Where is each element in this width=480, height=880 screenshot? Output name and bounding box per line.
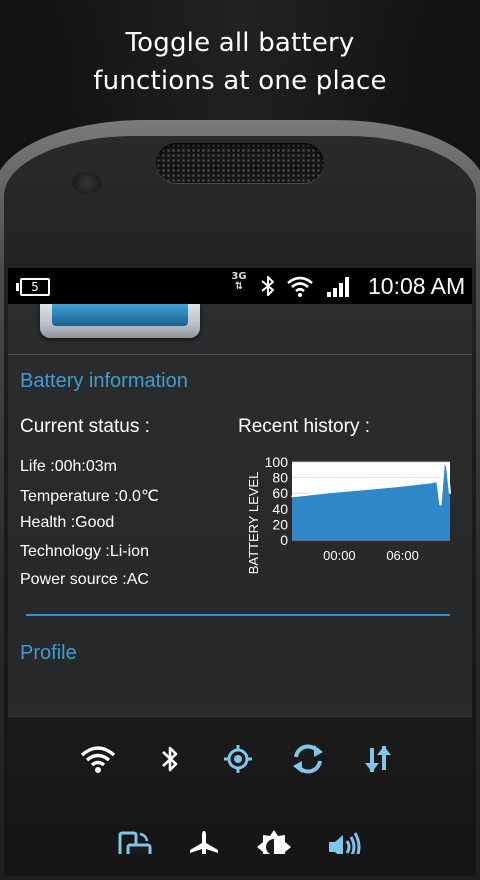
phone-camera (72, 172, 102, 194)
divider (8, 354, 472, 355)
info-technology: Technology :Li-ion (20, 543, 149, 560)
chart-y-tick-label: 60 (272, 485, 288, 501)
chart-y-tick-label: 80 (272, 470, 288, 486)
wifi-status-icon (287, 276, 313, 297)
current-status-heading: Current status : (20, 416, 150, 437)
battery-level-text: 5 (31, 280, 39, 294)
chart-data-point (360, 488, 363, 491)
chart-y-tick-label: 0 (280, 532, 288, 548)
info-life: Life :00h:03m (20, 458, 117, 475)
info-temperature: Temperature :0.0℃ (20, 488, 159, 505)
phone-speaker-grille (156, 143, 324, 183)
mobile-data-toggle-icon[interactable] (358, 739, 398, 779)
info-health: Health :Good (20, 514, 115, 531)
chart-data-point (291, 495, 293, 498)
info-power-source: Power source :AC (20, 571, 149, 588)
sound-toggle-icon[interactable] (324, 827, 364, 854)
quick-toggle-dock (8, 716, 472, 854)
auto-rotate-toggle-icon[interactable] (114, 827, 154, 854)
chart-data-point (442, 463, 445, 466)
status-clock: 10:08 AM (368, 273, 466, 299)
status-bar: 5 3G ⇅ 10:08 AM (8, 268, 472, 304)
recent-history-heading: Recent history : (238, 416, 370, 437)
battery-app-content: Battery information Current status : Rec… (8, 304, 472, 854)
chart-data-point (446, 463, 448, 466)
battery-device-image (40, 304, 200, 338)
battery-status-icon: 5 (16, 278, 50, 296)
bluetooth-status-icon (261, 276, 274, 296)
promo-line-1: Toggle all battery (125, 28, 355, 58)
chart-data-point (395, 485, 398, 487)
promo-line-2: functions at one place (93, 66, 387, 96)
airplane-mode-toggle-icon[interactable] (184, 827, 224, 854)
chart-x-tick-label: 06:00 (386, 548, 419, 563)
chart-data-point (436, 479, 439, 482)
data-arrows-icon: ⇅ (234, 281, 244, 292)
signal-strength-icon (327, 277, 349, 297)
brightness-toggle-icon[interactable] (254, 827, 294, 854)
bluetooth-toggle-icon[interactable] (150, 739, 190, 779)
phone-screen: 5 3G ⇅ 10:08 AM Battery information Curr… (8, 268, 472, 854)
promo-caption: Toggle all battery functions at one plac… (0, 24, 480, 100)
section-separator (26, 614, 450, 616)
chart-y-axis-label: BATTERY LEVEL (246, 472, 261, 575)
sync-toggle-icon[interactable] (288, 739, 328, 779)
gps-toggle-icon[interactable] (218, 739, 258, 779)
chart-data-point (449, 492, 451, 494)
chart-data-point (325, 491, 328, 494)
profile-title: Profile (20, 642, 77, 664)
battery-information-title: Battery information (20, 370, 188, 392)
chart-y-tick-label: 20 (272, 516, 288, 532)
wifi-toggle-icon[interactable] (78, 739, 118, 779)
chart-x-tick-label: 00:00 (323, 548, 356, 563)
chart-data-point (430, 481, 432, 484)
network-3g-icon: 3G ⇅ (230, 272, 248, 292)
battery-history-chart: 100806040200 00:00 06:00 BATTERY LEVEL (246, 454, 452, 575)
chart-y-tick-label: 40 (272, 501, 288, 517)
chart-data-point (439, 504, 442, 506)
chart-y-tick-label: 100 (265, 454, 289, 470)
